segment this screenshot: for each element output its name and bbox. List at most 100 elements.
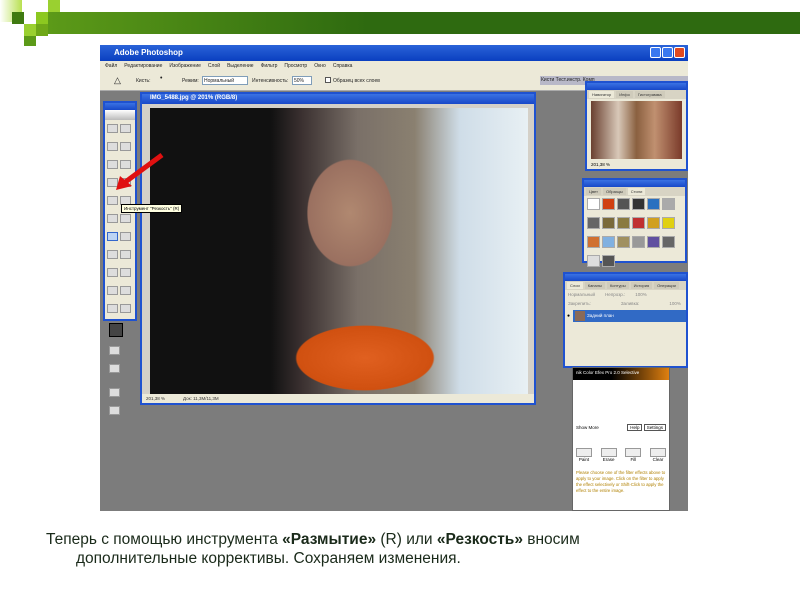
layer-thumbnail: [575, 311, 586, 321]
all-layers-checkbox[interactable]: [325, 77, 331, 83]
style-swatch[interactable]: [602, 217, 615, 229]
style-swatch[interactable]: [602, 236, 615, 248]
tab-history[interactable]: История: [630, 282, 653, 289]
document-title: IMG_5488.jpg @ 201% (RGB/8): [142, 94, 534, 104]
mode-label: Режим:: [182, 78, 199, 84]
style-swatch[interactable]: [662, 217, 675, 229]
style-swatch[interactable]: [617, 236, 630, 248]
tab-channels[interactable]: Каналы: [584, 282, 605, 289]
eye-icon[interactable]: ●: [567, 313, 570, 319]
pen-tool[interactable]: [107, 268, 118, 277]
tab-color[interactable]: Цвет: [586, 188, 601, 195]
clear-button[interactable]: Clear: [649, 448, 666, 462]
fill-input[interactable]: 100%: [669, 301, 681, 306]
nik-panel: nik Color Efex Pro 2.0 Selective Show Mo…: [572, 367, 670, 511]
photo-canvas[interactable]: [150, 108, 528, 394]
menu-window[interactable]: Окно: [314, 63, 326, 71]
style-swatch[interactable]: [602, 198, 615, 210]
tab-histogram[interactable]: Гистограмма: [634, 91, 665, 98]
caption-blur-tool: «Размытие»: [282, 531, 377, 548]
style-swatch[interactable]: [647, 198, 660, 210]
sharpen-tool[interactable]: [107, 232, 118, 241]
style-swatch[interactable]: [662, 198, 675, 210]
caption-line2: дополнительные коррективы. Сохраняем изм…: [76, 550, 461, 567]
style-swatch[interactable]: [662, 236, 675, 248]
feather-logo: [105, 110, 135, 120]
quick-mask-mode[interactable]: [109, 364, 120, 373]
menu-bar: Файл Редактирование Изображение Слой Выд…: [100, 61, 688, 71]
foreground-color[interactable]: [109, 323, 123, 337]
style-swatch[interactable]: [632, 217, 645, 229]
gradient-tool[interactable]: [120, 214, 131, 223]
style-swatch[interactable]: [632, 236, 645, 248]
eyedropper-tool[interactable]: [120, 286, 131, 295]
erase-button[interactable]: Erase: [600, 448, 617, 462]
blend-mode-select[interactable]: Нормальный: [568, 292, 595, 297]
style-swatches: [584, 196, 685, 274]
full-screen-mode[interactable]: [109, 406, 120, 415]
maximize-button[interactable]: [662, 47, 673, 58]
move-tool[interactable]: [120, 124, 131, 133]
tab-info[interactable]: Инфо: [616, 91, 633, 98]
eraser-tool[interactable]: [107, 214, 118, 223]
intensity-label: Интенсивность:: [252, 78, 289, 84]
navigator-zoom[interactable]: 201,38 %: [587, 161, 686, 168]
menu-edit[interactable]: Редактирование: [124, 63, 162, 71]
minimize-button[interactable]: [650, 47, 661, 58]
notes-tool[interactable]: [107, 286, 118, 295]
caption-text: вносим: [522, 531, 580, 548]
help-button[interactable]: Help: [627, 424, 643, 431]
opacity-label: Непрозр.:: [605, 292, 626, 297]
nik-message: Please choose one of the filter effects …: [576, 470, 666, 493]
tab-navigator[interactable]: Навигатор: [589, 91, 615, 98]
style-swatch[interactable]: [587, 255, 600, 267]
tab-paths[interactable]: Контуры: [606, 282, 629, 289]
sharpen-tool-icon[interactable]: △: [114, 75, 121, 86]
layer-row-background[interactable]: Задний план: [573, 310, 686, 322]
menu-filter[interactable]: Фильтр: [261, 63, 278, 71]
style-swatch[interactable]: [587, 198, 600, 210]
dodge-tool[interactable]: [120, 232, 131, 241]
screen-mode[interactable]: [109, 388, 120, 397]
layer-name: Задний план: [587, 313, 614, 318]
style-swatch[interactable]: [587, 217, 600, 229]
fill-button[interactable]: Fill: [625, 448, 642, 462]
zoom-tool[interactable]: [120, 304, 131, 313]
menu-select[interactable]: Выделение: [227, 63, 254, 71]
tab-actions[interactable]: Операции: [654, 282, 679, 289]
standard-mode[interactable]: [109, 346, 120, 355]
menu-layer[interactable]: Слой: [208, 63, 220, 71]
style-swatch[interactable]: [602, 255, 615, 267]
style-swatch[interactable]: [617, 217, 630, 229]
navigator-panel: Навигатор Инфо Гистограмма 201,38 %: [585, 81, 688, 171]
style-swatch[interactable]: [647, 217, 660, 229]
close-button[interactable]: [674, 47, 685, 58]
brush-picker[interactable]: •: [160, 75, 162, 82]
style-swatch[interactable]: [647, 236, 660, 248]
style-swatch[interactable]: [632, 198, 645, 210]
tab-layers[interactable]: Слои: [567, 282, 583, 289]
menu-file[interactable]: Файл: [105, 63, 117, 71]
hand-tool[interactable]: [107, 304, 118, 313]
menu-image[interactable]: Изображение: [169, 63, 201, 71]
show-more-toggle[interactable]: Show More: [576, 425, 599, 430]
tab-swatches[interactable]: Образцы: [602, 188, 626, 195]
intensity-input[interactable]: 50%: [292, 76, 312, 85]
style-swatch[interactable]: [587, 236, 600, 248]
menu-help[interactable]: Справка: [333, 63, 353, 71]
mode-select[interactable]: Нормальный: [202, 76, 248, 85]
navigator-thumbnail[interactable]: [591, 101, 682, 159]
zoom-readout[interactable]: 201,38 %: [146, 396, 165, 401]
opacity-input[interactable]: 100%: [635, 292, 647, 297]
tab-styles[interactable]: Стили: [627, 188, 646, 195]
style-swatch[interactable]: [617, 198, 630, 210]
marquee-tool[interactable]: [107, 124, 118, 133]
settings-button[interactable]: Settings: [643, 424, 666, 431]
path-select-tool[interactable]: [107, 250, 118, 259]
shape-tool[interactable]: [120, 268, 131, 277]
brush-label: Кисть:: [136, 78, 151, 84]
menu-view[interactable]: Просмотр: [284, 63, 307, 71]
type-tool[interactable]: [120, 250, 131, 259]
paint-button[interactable]: Paint: [576, 448, 592, 462]
layers-panel: Слои Каналы Контуры История Операции Нормаль…: [563, 272, 688, 368]
